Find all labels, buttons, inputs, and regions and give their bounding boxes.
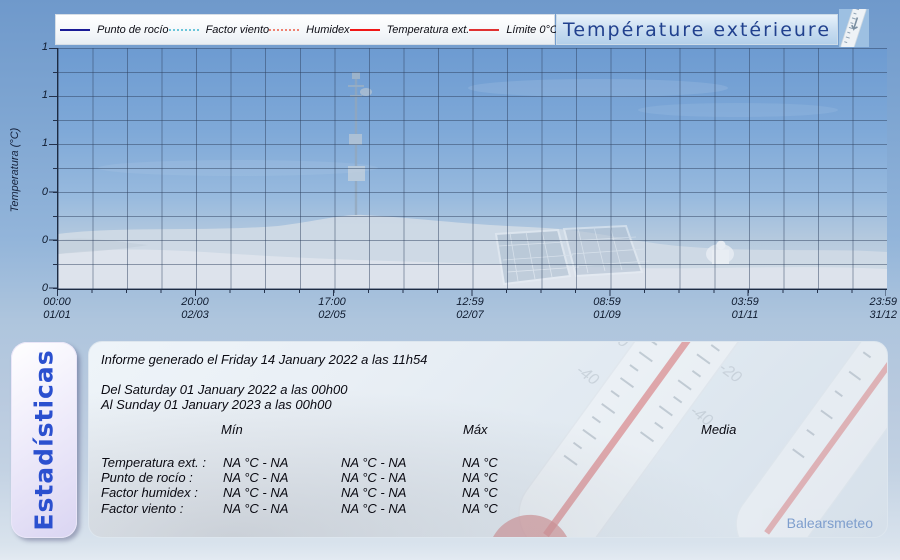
row-media-value: NA °C xyxy=(462,501,498,516)
y-axis-major-ticks xyxy=(49,48,57,290)
statistics-sidebar-tab: Estadísticas xyxy=(11,342,77,538)
row-label: Factor humidex : xyxy=(101,485,198,500)
x-tick-time: 17:00 xyxy=(292,296,372,309)
thermometer-icon xyxy=(839,9,869,47)
row-min-value: NA °C - NA xyxy=(223,501,288,516)
row-label: Punto de rocío : xyxy=(101,470,193,485)
legend-line-swatch xyxy=(169,29,199,31)
legend-item-label: Temperatura ext. xyxy=(387,24,470,36)
row-max-value: NA °C - NA xyxy=(341,455,406,470)
table-row: Temperatura ext. : NA °C - NA NA °C - NA… xyxy=(101,455,801,470)
row-max-value: NA °C - NA xyxy=(341,470,406,485)
row-min-value: NA °C - NA xyxy=(223,470,288,485)
x-tick-label: 17:00 02/05 xyxy=(292,296,372,322)
x-tick-date: 02/07 xyxy=(430,309,510,322)
x-tick-time: 03:59 xyxy=(705,296,785,309)
row-media-value: NA °C xyxy=(462,470,498,485)
statistics-panel: -10 -20 -30 -40 0 -20 -40 Informe genera… xyxy=(88,341,888,538)
column-header-max: Máx xyxy=(463,422,488,437)
legend-line-swatch xyxy=(469,29,499,31)
y-tick-label: 1 xyxy=(42,89,48,102)
row-label: Temperatura ext. : xyxy=(101,455,206,470)
x-tick-time: 20:00 xyxy=(155,296,235,309)
chart-legend: Punto de rocío Factor viento Humidex Tem… xyxy=(55,14,555,45)
x-tick-label: 12:59 02/07 xyxy=(430,296,510,322)
brand-label: Balearsmeteo xyxy=(787,515,873,531)
x-tick-label: 00:00 01/01 xyxy=(17,296,97,322)
x-tick-label: 23:59 31/12 xyxy=(820,296,897,322)
x-tick-label: 08:59 01/09 xyxy=(567,296,647,322)
row-min-value: NA °C - NA xyxy=(223,485,288,500)
legend-item-label: Factor viento xyxy=(206,24,270,36)
y-tick-label: 1 xyxy=(42,137,48,150)
legend-line-swatch xyxy=(350,29,380,31)
x-tick-date: 01/09 xyxy=(567,309,647,322)
table-row: Punto de rocío : NA °C - NA NA °C - NA N… xyxy=(101,470,801,485)
table-row: Factor humidex : NA °C - NA NA °C - NA N… xyxy=(101,485,801,500)
x-tick-time: 12:59 xyxy=(430,296,510,309)
legend-item-label: Humidex xyxy=(306,24,349,36)
y-tick-label: 0 xyxy=(42,234,48,247)
legend-item: Límite 0°C xyxy=(469,24,557,36)
report-period-to: Al Sunday 01 January 2023 a las 00h00 xyxy=(101,397,332,412)
statistics-sidebar-label: Estadísticas xyxy=(30,349,59,530)
legend-item-label: Punto de rocío xyxy=(97,24,169,36)
x-tick-time: 08:59 xyxy=(567,296,647,309)
column-header-media: Media xyxy=(701,422,736,437)
y-tick-label: 0 xyxy=(42,186,48,199)
legend-line-swatch xyxy=(269,29,299,31)
y-axis-tick-labels: 1 1 1 0 0 0 xyxy=(24,41,48,295)
x-tick-time: 00:00 xyxy=(17,296,97,309)
y-tick-label: 1 xyxy=(42,41,48,54)
x-tick-label: 20:00 02/03 xyxy=(155,296,235,322)
y-tick-label: 0 xyxy=(42,282,48,295)
report-generated-line: Informe generado el Friday 14 January 20… xyxy=(101,352,427,367)
chart-title: Température extérieure xyxy=(563,19,831,41)
x-tick-date: 02/05 xyxy=(292,309,372,322)
row-media-value: NA °C xyxy=(462,485,498,500)
x-tick-date: 01/01 xyxy=(17,309,97,322)
legend-item: Humidex xyxy=(269,24,349,36)
row-max-value: NA °C - NA xyxy=(341,485,406,500)
report-period-from: Del Saturday 01 January 2022 a las 00h00 xyxy=(101,382,347,397)
x-tick-label: 03:59 01/11 xyxy=(705,296,785,322)
row-media-value: NA °C xyxy=(462,455,498,470)
weather-report-page: { "header": { "title": "Température exté… xyxy=(0,0,900,560)
statistics-table: Temperatura ext. : NA °C - NA NA °C - NA… xyxy=(101,455,801,516)
chart-gridlines xyxy=(58,48,887,289)
row-label: Factor viento : xyxy=(101,501,183,516)
x-tick-date: 31/12 xyxy=(820,309,897,322)
legend-item: Punto de rocío xyxy=(60,24,169,36)
legend-line-swatch xyxy=(60,29,90,31)
chart-plot-area xyxy=(57,48,887,290)
x-tick-time: 23:59 xyxy=(820,296,897,309)
legend-item: Factor viento xyxy=(169,24,270,36)
x-tick-date: 01/11 xyxy=(705,309,785,322)
column-header-min: Mín xyxy=(221,422,243,437)
row-max-value: NA °C - NA xyxy=(341,501,406,516)
x-tick-date: 02/03 xyxy=(155,309,235,322)
chart-title-band: Température extérieure xyxy=(556,14,838,45)
y-axis-title: Temperatura (°C) xyxy=(9,120,23,220)
table-row: Factor viento : NA °C - NA NA °C - NA NA… xyxy=(101,501,801,516)
row-min-value: NA °C - NA xyxy=(223,455,288,470)
legend-item: Temperatura ext. xyxy=(350,24,470,36)
legend-item-label: Límite 0°C xyxy=(506,24,557,36)
